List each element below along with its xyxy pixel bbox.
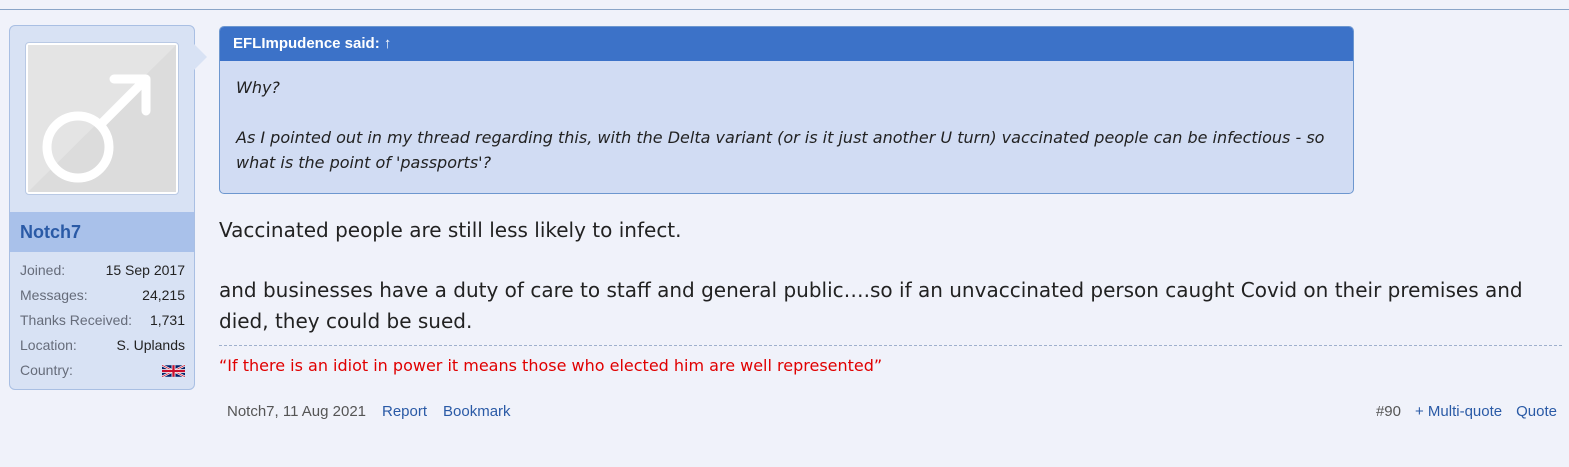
post-footer: Notch7, 11 Aug 2021 Report Bookmark #90 … bbox=[227, 403, 1557, 423]
stat-label: Country: bbox=[20, 362, 73, 378]
quote-paragraph: As I pointed out in my thread regarding … bbox=[236, 128, 1325, 172]
stat-value: 24,215 bbox=[142, 287, 185, 303]
stat-label: Location: bbox=[20, 337, 77, 353]
post-number-link[interactable]: #90 bbox=[1376, 403, 1401, 420]
post-meta: Notch7, 11 Aug 2021 Report Bookmark bbox=[227, 403, 511, 420]
stat-label: Messages: bbox=[20, 287, 88, 303]
post-author-date[interactable]: Notch7, 11 Aug 2021 bbox=[227, 403, 366, 420]
male-symbol-icon bbox=[28, 45, 176, 192]
user-stats: Joined: 15 Sep 2017 Messages: 24,215 Tha… bbox=[20, 262, 185, 387]
multi-quote-button[interactable]: + Multi-quote bbox=[1415, 403, 1502, 420]
stat-thanks-received: Thanks Received: 1,731 bbox=[20, 312, 185, 337]
quote-header[interactable]: EFLImpudence said: ↑ bbox=[220, 27, 1353, 61]
user-panel-pointer bbox=[193, 43, 207, 71]
username-link[interactable]: Notch7 bbox=[20, 222, 81, 243]
stat-country: Country: bbox=[20, 362, 185, 387]
stat-location: Location: S. Uplands bbox=[20, 337, 185, 362]
report-link[interactable]: Report bbox=[382, 403, 427, 420]
stat-messages: Messages: 24,215 bbox=[20, 287, 185, 312]
bookmark-link[interactable]: Bookmark bbox=[443, 403, 511, 420]
signature-divider bbox=[219, 345, 1562, 346]
message-body: Vaccinated people are still less likely … bbox=[219, 215, 1559, 366]
post-actions: #90 + Multi-quote Quote bbox=[1376, 403, 1557, 420]
quote-paragraph: Why? bbox=[236, 78, 280, 97]
username-bar: Notch7 bbox=[10, 212, 194, 252]
signature: “If there is an idiot in power it means … bbox=[219, 356, 883, 375]
stat-joined: Joined: 15 Sep 2017 bbox=[20, 262, 185, 287]
avatar[interactable] bbox=[25, 42, 179, 195]
top-divider bbox=[0, 9, 1569, 10]
user-panel: Notch7 Joined: 15 Sep 2017 Messages: 24,… bbox=[9, 25, 195, 390]
message-paragraph: Vaccinated people are still less likely … bbox=[219, 218, 682, 242]
stat-label: Joined: bbox=[20, 262, 66, 278]
stat-label: Thanks Received: bbox=[20, 312, 133, 328]
quote-block: EFLImpudence said: ↑ Why? As I pointed o… bbox=[219, 26, 1354, 194]
uk-flag-icon bbox=[162, 364, 185, 378]
stat-value: 15 Sep 2017 bbox=[105, 262, 185, 278]
quote-button[interactable]: Quote bbox=[1516, 403, 1557, 420]
stat-value: 1,731 bbox=[149, 312, 185, 328]
message-paragraph: and businesses have a duty of care to st… bbox=[219, 278, 1523, 333]
stat-value: S. Uplands bbox=[116, 337, 185, 353]
quote-body: Why? As I pointed out in my thread regar… bbox=[220, 61, 1353, 175]
